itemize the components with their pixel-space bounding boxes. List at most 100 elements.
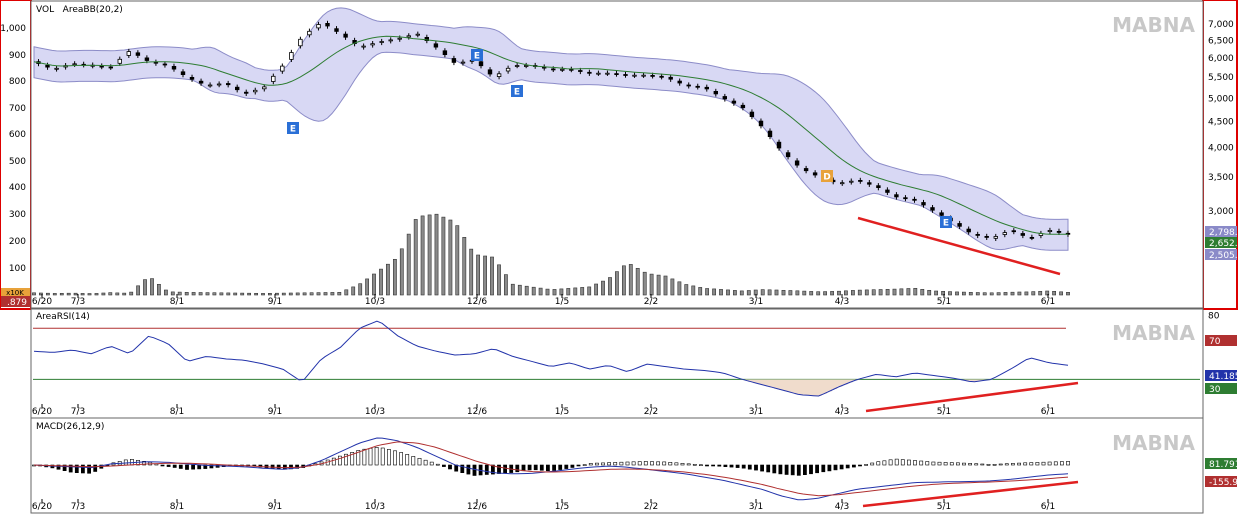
volume-bar bbox=[503, 274, 508, 296]
macd-histogram-bar bbox=[692, 463, 697, 466]
macd-histogram-bar bbox=[631, 461, 636, 466]
candle-body bbox=[234, 86, 240, 91]
candle-body bbox=[677, 80, 682, 84]
macd-histogram-bar bbox=[1004, 463, 1009, 466]
right-axis-tick-label: 5,000 bbox=[1208, 94, 1234, 104]
candle-body bbox=[921, 202, 926, 206]
left-axis-tick-label: 400 bbox=[9, 183, 26, 193]
event-marker-label: E bbox=[943, 219, 949, 229]
macd-histogram-bar bbox=[796, 464, 801, 476]
macd-histogram-bar bbox=[93, 464, 98, 472]
volume-bar bbox=[746, 290, 751, 296]
volume-bar bbox=[566, 288, 571, 296]
candle-body bbox=[406, 35, 411, 38]
volume-bar bbox=[240, 292, 245, 296]
x-tick-label: 9/1 bbox=[268, 502, 282, 512]
candle-body bbox=[930, 207, 935, 211]
value-tag-text: 30 bbox=[1209, 385, 1221, 395]
candle-body bbox=[45, 64, 50, 68]
volume-bar bbox=[927, 289, 932, 296]
macd-histogram-bar bbox=[741, 464, 746, 469]
volume-bar bbox=[663, 275, 668, 296]
volume-bar bbox=[32, 292, 36, 296]
candle-body bbox=[713, 91, 718, 95]
candle-body bbox=[524, 65, 529, 67]
macd-histogram-bar bbox=[717, 464, 722, 467]
candle-body bbox=[812, 172, 818, 176]
candle-body bbox=[243, 91, 249, 94]
volume-bar bbox=[302, 292, 307, 296]
macd-histogram-bar bbox=[399, 452, 404, 466]
macd-histogram-bar bbox=[552, 464, 557, 471]
candle-body bbox=[316, 24, 321, 29]
right-axis-tick-label: 3,500 bbox=[1208, 173, 1234, 183]
volume-bar bbox=[80, 293, 85, 296]
volume-bar bbox=[330, 292, 335, 296]
candle-body bbox=[957, 223, 962, 227]
x-tick-label: 1/5 bbox=[555, 502, 569, 512]
left-axis-tick-label: 1,000 bbox=[0, 24, 26, 34]
candle-body bbox=[840, 182, 845, 185]
event-marker-label: D bbox=[823, 173, 830, 183]
candle-body bbox=[189, 77, 195, 80]
volume-bar bbox=[164, 289, 168, 296]
x-tick-label: 3/1 bbox=[749, 502, 763, 512]
macd-histogram-bar bbox=[1060, 461, 1064, 466]
volume-bar bbox=[392, 258, 397, 296]
macd-histogram-bar bbox=[686, 463, 691, 466]
candle-body bbox=[1011, 230, 1016, 233]
volume-bar bbox=[1024, 291, 1029, 296]
candle-body bbox=[198, 80, 204, 84]
chart-canvas: MABNA MABNA MABNA VOL AreaBB(20,2) AreaR… bbox=[0, 0, 1238, 514]
macd-histogram-bar bbox=[729, 464, 734, 468]
volume-bar bbox=[670, 278, 675, 296]
x-tick-label: 6/20 bbox=[32, 502, 52, 512]
right-axis-tick-label: 6,500 bbox=[1208, 36, 1234, 46]
volume-bar bbox=[323, 292, 328, 296]
candle-body bbox=[686, 84, 691, 87]
candle-body bbox=[505, 67, 511, 72]
macd-histogram-bar bbox=[937, 461, 942, 466]
macd-histogram-bar bbox=[802, 464, 807, 475]
macd-histogram-bar bbox=[503, 464, 508, 474]
macd-histogram-bar bbox=[1023, 462, 1028, 466]
x-tick-label: 2/2 bbox=[644, 502, 658, 512]
macd-histogram-bar bbox=[650, 461, 654, 466]
right-axis-tick-label: 5,500 bbox=[1208, 73, 1234, 83]
x-tick-label: 12/6 bbox=[467, 502, 487, 512]
candle-body bbox=[135, 52, 141, 56]
macd-histogram-bar bbox=[1053, 461, 1058, 466]
left-axis-tick-label: 800 bbox=[9, 77, 26, 87]
volume-bar bbox=[1052, 290, 1057, 296]
macd-histogram-bar bbox=[968, 463, 973, 466]
volume-bar bbox=[406, 233, 411, 296]
candle-body bbox=[993, 236, 998, 239]
candle-body bbox=[289, 52, 294, 60]
candle-body bbox=[343, 33, 348, 38]
volume-bar bbox=[150, 278, 154, 296]
volume-bar bbox=[87, 293, 92, 296]
candle-body bbox=[569, 68, 574, 71]
candle-body bbox=[803, 168, 809, 172]
macd-histogram-bar bbox=[906, 459, 911, 466]
x-tick-label: 7/3 bbox=[71, 297, 85, 307]
value-tag-text: 81.791 bbox=[1209, 460, 1238, 470]
candle-body bbox=[1056, 230, 1062, 233]
macd-histogram-bar bbox=[833, 464, 838, 471]
volume-bar bbox=[719, 289, 723, 296]
macd-histogram-bar bbox=[497, 464, 501, 474]
candle-body bbox=[885, 189, 890, 193]
macd-histogram-bar bbox=[466, 464, 471, 475]
macd-histogram-bar bbox=[735, 464, 740, 468]
macd-histogram-bar bbox=[613, 462, 618, 466]
volume-bar bbox=[899, 288, 904, 296]
volume-bar bbox=[309, 292, 314, 296]
candle-body bbox=[614, 73, 619, 75]
macd-histogram-bar bbox=[882, 460, 887, 466]
volume-bar bbox=[1010, 291, 1015, 296]
candle-body bbox=[623, 74, 628, 76]
volume-bar bbox=[1003, 292, 1008, 296]
volume-bar bbox=[261, 293, 265, 296]
x-tick-label: 5/1 bbox=[937, 407, 951, 417]
candle-body bbox=[478, 61, 484, 67]
